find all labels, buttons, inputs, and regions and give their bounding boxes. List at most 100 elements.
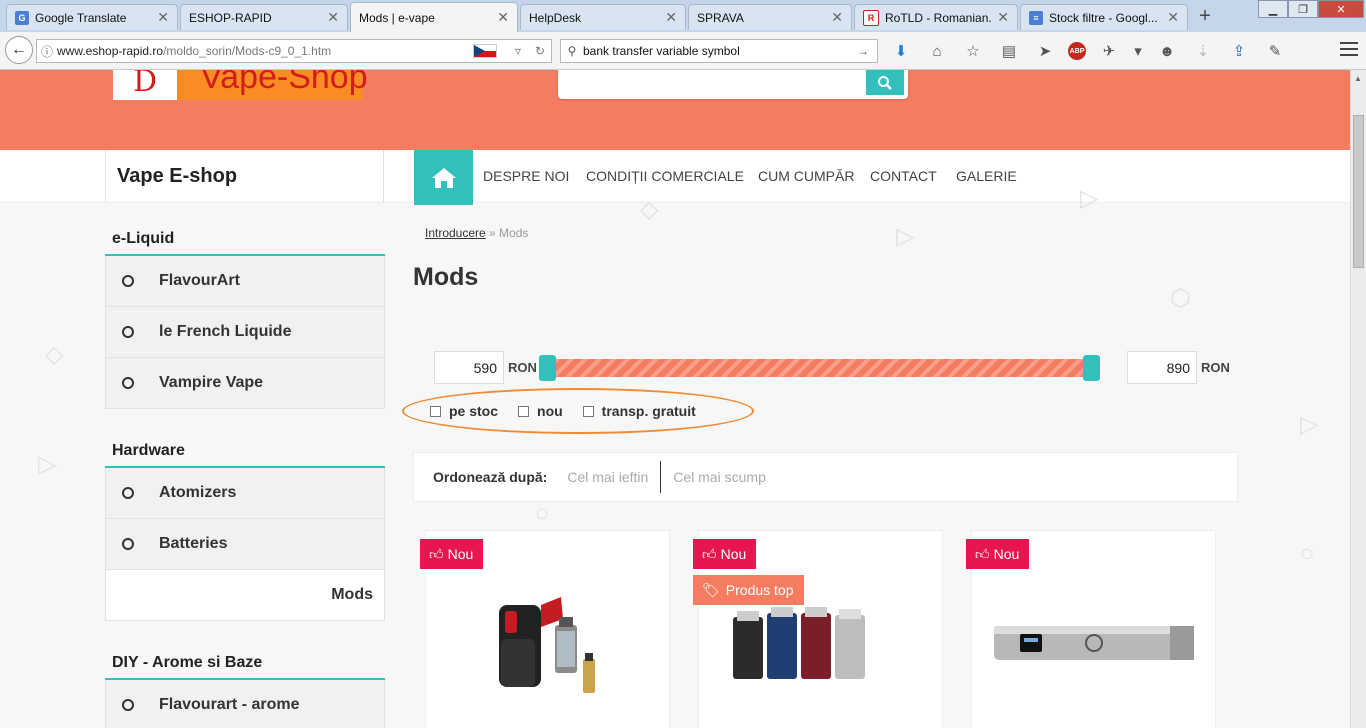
- sidebar-item-label: Batteries: [159, 535, 228, 552]
- sidebar-item-flavourart-arome[interactable]: Flavourart - arome: [105, 680, 385, 728]
- decorative-diamond-icon: ◇: [45, 341, 64, 368]
- sidebar-item-label: FlavourArt: [159, 272, 240, 289]
- price-slider-track[interactable]: [546, 359, 1092, 377]
- currency-label-min: RON: [508, 360, 537, 375]
- sidebar-item-label: Vampire Vape: [159, 374, 264, 391]
- reader-list-icon[interactable]: ▤: [996, 40, 1022, 62]
- browser-navbar: ← ⓘ www.eshop-rapid.ro/moldo_sorin/Mods-…: [0, 32, 1366, 70]
- site-search-input[interactable]: [558, 70, 908, 99]
- product-card[interactable]: 👍︎ Nou 🏷︎ Produs top: [693, 530, 943, 728]
- minimize-button[interactable]: ▁: [1258, 0, 1288, 18]
- tab-helpdesk[interactable]: HelpDesk ✕: [520, 4, 686, 30]
- emoji-icon[interactable]: ☻: [1154, 40, 1180, 62]
- sort-option-most-expensive[interactable]: Cel mai scump: [673, 469, 778, 485]
- url-bar[interactable]: ⓘ www.eshop-rapid.ro/moldo_sorin/Mods-c9…: [36, 39, 552, 63]
- breadcrumb-current: Mods: [499, 226, 529, 240]
- tab-label: HelpDesk: [529, 10, 582, 25]
- chevron-down-icon[interactable]: ▿: [507, 44, 529, 58]
- close-icon[interactable]: ✕: [665, 9, 677, 26]
- search-bar[interactable]: ⚲ bank transfer variable symbol →: [560, 39, 878, 63]
- close-icon[interactable]: ✕: [1167, 9, 1179, 26]
- decorative-triangle-icon: ▷: [38, 451, 57, 478]
- price-slider-min-handle[interactable]: [539, 355, 556, 381]
- reload-icon[interactable]: ↻: [529, 44, 551, 58]
- logo-letter[interactable]: D: [133, 70, 157, 99]
- close-icon[interactable]: ✕: [831, 9, 843, 26]
- close-icon[interactable]: ✕: [327, 9, 339, 26]
- nav-galerie[interactable]: GALERIE: [956, 168, 1017, 184]
- product-image-tube-mod[interactable]: [990, 618, 1200, 668]
- badge-label: Nou: [720, 546, 747, 562]
- sidebar-category-diy: DIY - Arome si Baze Flavourart - arome: [105, 648, 385, 728]
- maximize-button[interactable]: ❐: [1288, 0, 1318, 18]
- bookmark-star-icon[interactable]: ☆: [960, 40, 986, 62]
- send-icon[interactable]: ➤: [1032, 40, 1058, 62]
- download-icon[interactable]: ⬇: [888, 40, 914, 62]
- decorative-circle-icon: ○: [535, 500, 550, 527]
- sidebar-item-flavourart[interactable]: FlavourArt: [105, 256, 385, 307]
- sidebar-item-batteries[interactable]: Batteries: [105, 519, 385, 570]
- url-text[interactable]: www.eshop-rapid.ro/moldo_sorin/Mods-c9_0…: [57, 44, 473, 58]
- extension-icon[interactable]: ✈: [1096, 40, 1122, 62]
- tab-stock-filtre[interactable]: ≡ Stock filtre - Googl... ✕: [1020, 4, 1188, 30]
- scrollbar-thumb[interactable]: [1353, 115, 1364, 268]
- product-card[interactable]: 👍︎ Nou: [420, 530, 670, 728]
- tab-mods-evape[interactable]: Mods | e-vape ✕: [350, 2, 518, 32]
- tab-label: Stock filtre - Googl...: [1049, 10, 1158, 25]
- tab-label: ESHOP-RAPID: [189, 10, 272, 25]
- product-card[interactable]: 👍︎ Nou: [966, 530, 1216, 728]
- sidebar-brand-title[interactable]: Vape E-shop: [105, 150, 384, 202]
- home-button[interactable]: [414, 150, 473, 205]
- close-icon[interactable]: ✕: [157, 9, 169, 26]
- adblock-icon[interactable]: ABP: [1068, 42, 1086, 60]
- badge-nou: 👍︎ Nou: [693, 539, 757, 569]
- nav-contact[interactable]: CONTACT: [870, 168, 937, 184]
- window-close-button[interactable]: ✕: [1318, 0, 1364, 18]
- scroll-up-icon[interactable]: ▲: [1354, 74, 1362, 83]
- search-input[interactable]: bank transfer variable symbol: [583, 44, 857, 58]
- sidebar-item-label: le French Liquide: [159, 323, 292, 340]
- sidebar-item-vampire-vape[interactable]: Vampire Vape: [105, 358, 385, 409]
- back-button[interactable]: ←: [5, 36, 33, 64]
- tab-rotld[interactable]: R RoTLD - Romanian... ✕: [854, 4, 1018, 30]
- circle-bullet-icon: [122, 275, 134, 287]
- sort-bar: Ordonează după: Cel mai ieftin Cel mai s…: [413, 452, 1238, 502]
- close-icon[interactable]: ✕: [997, 9, 1009, 26]
- price-min-input[interactable]: 590: [434, 351, 504, 384]
- tab-sprava[interactable]: SPRAVA ✕: [688, 4, 852, 30]
- nav-despre-noi[interactable]: DESPRE NOI: [483, 168, 569, 184]
- hamburger-menu-icon[interactable]: [1340, 42, 1358, 60]
- breadcrumb-separator: »: [485, 226, 500, 240]
- breadcrumb-link-introducere[interactable]: Introducere: [425, 226, 486, 240]
- home-icon[interactable]: ⌂: [924, 40, 950, 62]
- tab-eshop-rapid[interactable]: ESHOP-RAPID ✕: [180, 4, 348, 30]
- price-max-input[interactable]: 890: [1127, 351, 1197, 384]
- sidebar-category-title: DIY - Arome si Baze: [105, 648, 385, 680]
- sort-option-cheapest[interactable]: Cel mai ieftin: [567, 469, 660, 485]
- tab-label: Mods | e-vape: [359, 10, 435, 25]
- tab-google-translate[interactable]: G Google Translate ✕: [6, 4, 178, 30]
- new-tab-button[interactable]: +: [1192, 4, 1218, 28]
- sidebar-item-atomizers[interactable]: Atomizers: [105, 468, 385, 519]
- vertical-scrollbar[interactable]: ▲: [1350, 70, 1366, 728]
- tab-label: SPRAVA: [697, 10, 744, 25]
- czech-flag-icon[interactable]: [473, 44, 497, 58]
- product-image-box-mods[interactable]: [727, 605, 897, 685]
- tab-label: RoTLD - Romanian...: [885, 10, 992, 25]
- sidebar-item-mods[interactable]: Mods: [105, 570, 385, 621]
- site-search-button[interactable]: [866, 70, 904, 95]
- chevron-down-icon[interactable]: ▾: [1132, 40, 1144, 62]
- breadcrumb: Introducere » Mods: [425, 226, 528, 240]
- notes-icon[interactable]: ✎: [1262, 40, 1288, 62]
- upload-icon[interactable]: ⇪: [1226, 40, 1252, 62]
- product-image-mod-with-tank[interactable]: [481, 579, 621, 719]
- close-icon[interactable]: ✕: [497, 9, 509, 26]
- nav-cum-cumpar[interactable]: CUM CUMPĂR: [758, 168, 854, 184]
- sidebar-item-le-french-liquide[interactable]: le French Liquide: [105, 307, 385, 358]
- logo-text[interactable]: Vape-Shop: [200, 70, 368, 97]
- price-slider-max-handle[interactable]: [1083, 355, 1100, 381]
- nav-conditii-comerciale[interactable]: CONDIȚII COMERCIALE: [586, 168, 744, 184]
- decorative-triangle-icon: ▷: [896, 223, 915, 250]
- arrow-right-icon[interactable]: →: [857, 44, 877, 58]
- info-icon[interactable]: ⓘ: [37, 43, 57, 60]
